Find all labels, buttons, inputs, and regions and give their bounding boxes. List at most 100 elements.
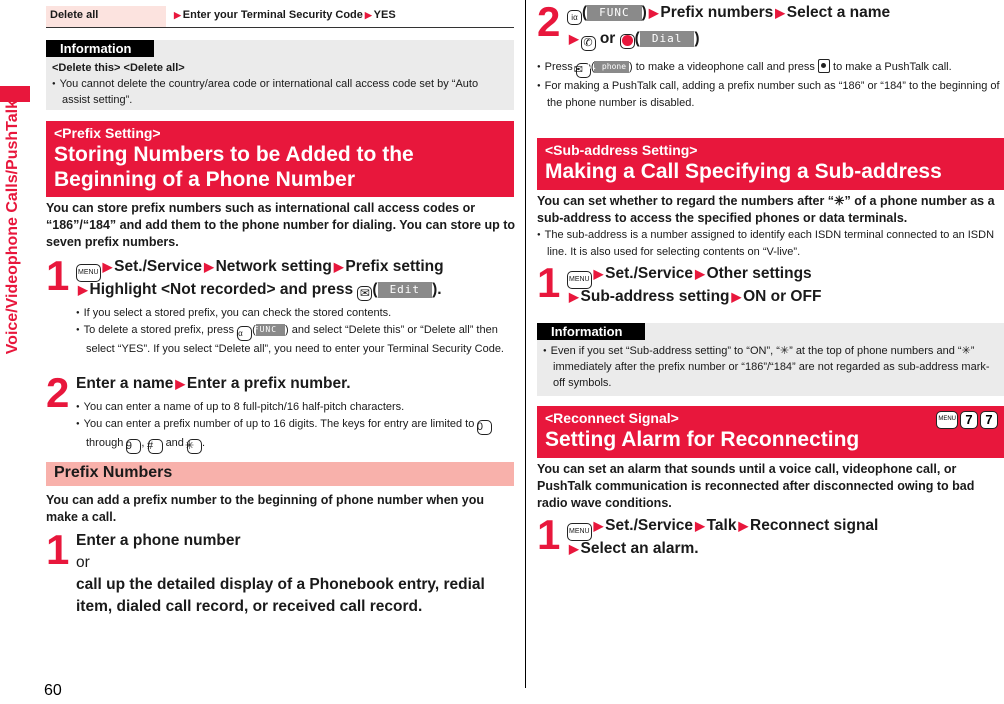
step-bullet: You can enter a prefix number of up to 1… [76, 416, 516, 454]
step-text: Enter your Terminal Security Code [182, 9, 363, 21]
section-lead: You can store prefix numbers such as int… [46, 201, 516, 249]
mail-key-icon: ✉ [357, 286, 373, 301]
information-box: Information Even if you set “Sub-address… [537, 323, 1004, 396]
information-tag: Information [537, 323, 645, 340]
key-0-icon: 0 [477, 419, 493, 435]
section-bullet: The sub-address is a number assigned to … [537, 227, 1004, 260]
step-instruction: call up the detailed display of a Phoneb… [76, 576, 485, 615]
information-box: Information <Delete this> <Delete all> Y… [46, 40, 514, 110]
key-7-icon: 7 [980, 411, 998, 429]
step-number: 2 [537, 0, 561, 45]
step-1: 1 MENU ▶ Set./Service ▶ Network setting ▶ Pref… [46, 252, 516, 376]
menu-path-item: Set./Service [605, 517, 694, 534]
step-line-1: iα(FUNC) ▶ Prefix numbers ▶ Select a name [567, 2, 890, 25]
delete-all-label: Delete all [46, 6, 166, 27]
information-heading: <Delete this> <Delete all> [52, 62, 185, 74]
menu-path-item: Network setting [215, 258, 332, 275]
arrow-icon: ▶ [78, 283, 88, 297]
arrow-icon: ▶ [569, 542, 579, 556]
bullet-text: Press [544, 61, 573, 73]
bullet-text: through [86, 436, 124, 449]
vphone-softkey-icon: V. phone [587, 61, 630, 73]
bullet-text: to make a videophone call and press [635, 61, 815, 73]
step-or: or [76, 554, 90, 571]
step-1: 1 Enter a phone number or call up the de… [46, 529, 516, 620]
dial-softkey-icon: Dial [639, 31, 695, 47]
information-bullet: Even if you set “Sub-address setting” to… [543, 343, 998, 391]
menu-path-item: Other settings [706, 265, 812, 282]
section-subtitle: <Sub-address Setting> [545, 142, 698, 158]
arrow-icon: ▶ [102, 260, 113, 274]
step-instruction: Enter a phone number [76, 532, 241, 549]
section-header-sub-address: <Sub-address Setting> Making a Call Spec… [537, 138, 1004, 190]
func-softkey-icon: FUNC [254, 323, 286, 336]
chapter-label: Voice/Videophone Calls/PushTalk [2, 100, 28, 400]
func-softkey-icon: FUNC [587, 5, 642, 21]
menu-path-item: Select a name [786, 4, 891, 21]
arrow-icon: ▶ [569, 32, 579, 46]
key-star-icon: ✳ [185, 438, 202, 454]
step-instruction: Enter a prefix number. [186, 375, 351, 392]
arrow-icon: ▶ [695, 267, 705, 281]
column-divider [525, 0, 526, 688]
information-body: <Delete this> <Delete all> You cannot de… [46, 58, 514, 114]
step-line-2: ▶ ✆ or (Dial) [569, 30, 700, 51]
menu-path-item: Prefix setting [345, 258, 444, 275]
section-header-prefix-setting: <Prefix Setting> Storing Numbers to be A… [46, 121, 514, 197]
delete-all-steps: ▶ Enter your Terminal Security Code ▶ YES [166, 6, 402, 27]
section-title: Setting Alarm for Reconnecting [545, 428, 860, 451]
information-body: Even if you set “Sub-address setting” to… [537, 341, 1004, 397]
menu-path-item: Reconnect signal [750, 517, 879, 534]
section-subtitle: <Prefix Setting> [54, 125, 161, 141]
step-1: 1 MENU ▶ Set./Service ▶ Talk ▶ Reconnect signa… [537, 511, 1004, 570]
section-header-reconnect-signal: <Reconnect Signal> Setting Alarm for Rec… [537, 406, 1004, 458]
arrow-icon: ▶ [204, 260, 214, 274]
section-title-line1: Storing Numbers to be Added to the [54, 143, 414, 166]
bullet-text: To delete a stored prefix, press [83, 323, 235, 336]
step-bullets: If you select a stored prefix, you can c… [76, 305, 516, 357]
arrow-icon: ▶ [175, 377, 185, 391]
step-number: 1 [537, 511, 561, 558]
menu-path-item: Talk [706, 517, 737, 534]
menu-path-item: Sub-address setting [580, 288, 730, 305]
information-tag: Information [46, 40, 154, 57]
arrow-icon: ▶ [775, 6, 785, 20]
edit-softkey-icon: Edit [377, 282, 433, 298]
step-bullet: You can enter a name of up to 8 full-pit… [76, 399, 516, 416]
arrow-icon: ▶ [731, 290, 742, 304]
step-bullet: To delete a stored prefix, press iα(FUNC… [76, 322, 516, 358]
page-number: 60 [44, 682, 62, 699]
key-hash-icon: # [147, 438, 163, 454]
step-instruction: Highlight <Not recorded> and press [89, 281, 354, 298]
step-line-2: ▶ Highlight <Not recorded> and press ✉(Ed… [78, 281, 442, 301]
key-9-icon: 9 [126, 438, 142, 454]
chapter-label-text: Voice/Videophone Calls/PushTalk [4, 100, 21, 355]
arrow-icon: ▶ [174, 10, 181, 20]
information-bullet: You cannot delete the country/area code … [52, 76, 508, 108]
arrow-icon: ▶ [593, 519, 604, 533]
bullet-text: You can enter a prefix number of up to 1… [83, 417, 475, 430]
red-dot-icon [621, 35, 633, 46]
delete-all-row: Delete all ▶ Enter your Terminal Security… [46, 6, 514, 28]
section-bullets: The sub-address is a number assigned to … [537, 227, 1004, 260]
menu-path-item: Select an alarm. [580, 540, 699, 557]
section-subtitle: <Reconnect Signal> [545, 410, 679, 426]
arrow-icon: ▶ [738, 519, 748, 533]
step-or: or [599, 30, 616, 47]
arrow-icon: ▶ [593, 267, 604, 281]
menu-key-icon: MENU [936, 411, 958, 429]
arrow-icon: ▶ [569, 290, 579, 304]
menu-path-item: Prefix numbers [660, 4, 774, 21]
step-bullet: If you select a stored prefix, you can c… [76, 305, 516, 322]
bullet-text: and [165, 436, 184, 449]
step-text: YES [373, 9, 396, 21]
step-number: 1 [537, 259, 561, 306]
key-7-icon: 7 [960, 411, 978, 429]
step-2: 2 iα(FUNC) ▶ Prefix numbers ▶ Select a name … [537, 0, 1004, 127]
step-number: 1 [46, 252, 70, 299]
i-alpha-key-icon: iα [567, 10, 582, 25]
bullet-text: to make a PushTalk call. [833, 61, 952, 73]
arrow-icon: ▶ [333, 260, 344, 274]
step-line-1: Enter a name ▶ Enter a prefix number. [76, 373, 351, 395]
step-bullets: You can enter a name of up to 8 full-pit… [76, 399, 516, 454]
